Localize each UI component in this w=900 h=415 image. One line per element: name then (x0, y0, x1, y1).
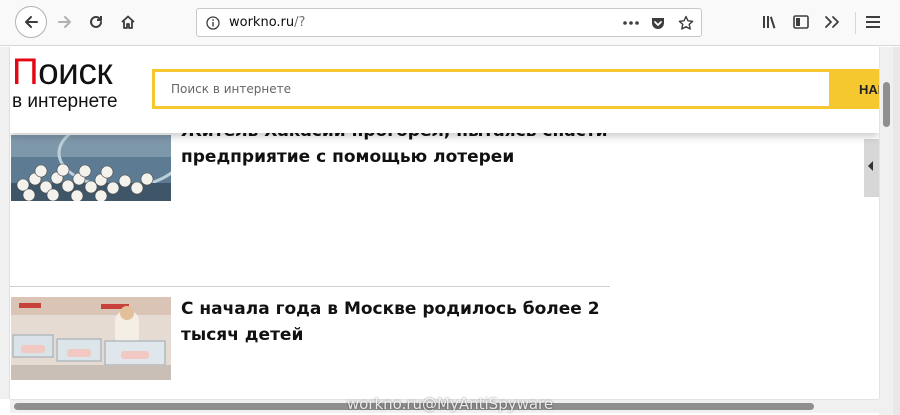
forward-button[interactable] (51, 8, 79, 36)
reload-icon (90, 15, 102, 28)
library-icon (763, 16, 776, 29)
site-header: Поиск в интернете НАЙ (10, 47, 879, 133)
article-title[interactable]: С начала года в Москве родилось более 2 … (181, 296, 621, 348)
logo-subtitle: в интернете (12, 91, 118, 112)
url-host: workno.ru (229, 15, 295, 30)
pocket-icon[interactable] (650, 15, 666, 31)
site-logo[interactable]: Поиск (12, 51, 113, 92)
side-panel-toggle[interactable] (864, 139, 879, 197)
page-actions-icon[interactable] (623, 20, 639, 26)
menu-button[interactable] (859, 8, 887, 36)
home-icon (121, 15, 135, 29)
vertical-scrollbar[interactable] (879, 47, 893, 399)
library-button[interactable] (757, 8, 785, 36)
info-icon[interactable] (206, 16, 220, 30)
home-button[interactable] (114, 8, 142, 36)
scrollbar-corner (879, 399, 893, 415)
logo-letter-red: П (12, 51, 39, 92)
arrow-right-icon (58, 16, 71, 28)
back-button[interactable] (15, 6, 47, 38)
sidebar-button[interactable] (787, 8, 815, 36)
page-left-gutter (0, 47, 10, 399)
bookmark-star-icon[interactable] (678, 15, 694, 31)
horizontal-scrollbar-thumb[interactable] (14, 403, 814, 410)
article-thumbnail-babies[interactable] (11, 297, 171, 380)
chevron-double-right-icon (825, 16, 839, 28)
overflow-button[interactable] (818, 8, 846, 36)
toolbar-separator (855, 12, 856, 34)
search-button[interactable]: НАЙ (832, 69, 879, 109)
lottery-drum-image (11, 135, 171, 201)
page-content: Житель Хакасии прогорел, пытаясь спасти … (10, 47, 879, 399)
logo-word-rest: оиск (38, 51, 113, 92)
article-divider (10, 286, 610, 287)
browser-window: workno.ru/? предприятие с помощью лотере… (0, 0, 900, 415)
search-box[interactable] (152, 69, 832, 109)
hamburger-menu-icon (866, 16, 880, 28)
caret-left-icon (868, 161, 873, 171)
window-right-edge (893, 47, 900, 415)
vertical-scrollbar-thumb[interactable] (883, 82, 890, 127)
url-path: /? (294, 15, 306, 30)
search-input[interactable] (155, 72, 829, 106)
browser-toolbar: workno.ru/? (0, 0, 900, 46)
sidebar-icon (793, 15, 809, 29)
url-bar[interactable]: workno.ru/? (196, 8, 702, 37)
reload-button[interactable] (82, 8, 110, 36)
horizontal-scrollbar[interactable] (10, 399, 879, 413)
url-text[interactable]: workno.ru/? (229, 15, 305, 30)
article-thumbnail-lottery[interactable] (11, 135, 171, 201)
arrow-left-icon (25, 16, 38, 28)
maternity-ward-image (11, 297, 171, 380)
